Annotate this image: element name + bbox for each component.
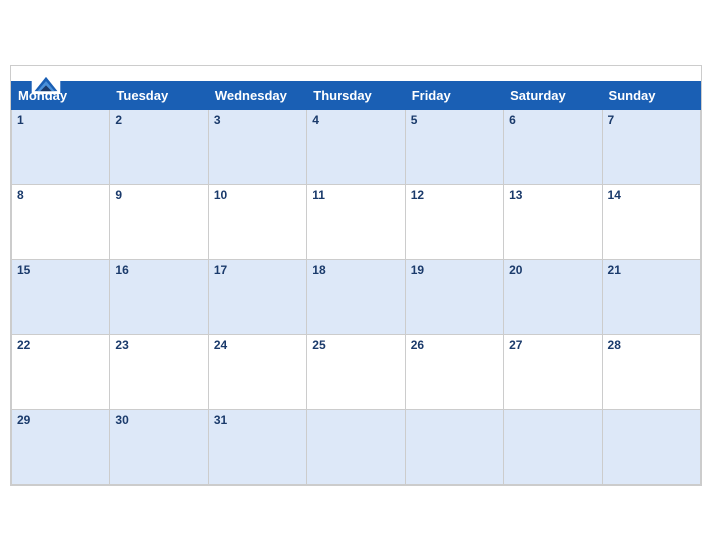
day-number: 31 <box>214 413 301 427</box>
calendar-day-cell <box>405 409 503 484</box>
calendar-day-cell: 7 <box>602 109 700 184</box>
calendar-body: 1234567891011121314151617181920212223242… <box>12 109 701 484</box>
calendar-day-cell: 26 <box>405 334 503 409</box>
day-number: 14 <box>608 188 695 202</box>
day-number: 16 <box>115 263 202 277</box>
calendar-day-cell: 18 <box>307 259 405 334</box>
calendar-day-cell: 20 <box>504 259 602 334</box>
calendar-day-cell: 8 <box>12 184 110 259</box>
weekday-header-thursday: Thursday <box>307 81 405 109</box>
day-number: 9 <box>115 188 202 202</box>
calendar-day-cell: 28 <box>602 334 700 409</box>
day-number: 29 <box>17 413 104 427</box>
calendar-day-cell: 14 <box>602 184 700 259</box>
calendar-week-row: 89 10 11 12 13 14 <box>12 184 701 259</box>
calendar-day-cell: 31 <box>208 409 306 484</box>
calendar-container: MondayTuesdayWednesdayThursdayFridaySatu… <box>10 65 702 486</box>
calendar-day-cell <box>307 409 405 484</box>
day-number: 1 <box>17 113 104 127</box>
day-number: 18 <box>312 263 399 277</box>
day-number: 6 <box>509 113 596 127</box>
calendar-day-cell: 19 <box>405 259 503 334</box>
day-number: 19 <box>411 263 498 277</box>
day-number: 21 <box>608 263 695 277</box>
calendar-day-cell: 4 <box>307 109 405 184</box>
day-number: 22 <box>17 338 104 352</box>
calendar-day-cell: 11 <box>307 184 405 259</box>
day-number: 5 <box>411 113 498 127</box>
calendar-day-cell: 1 <box>12 109 110 184</box>
weekday-header-sunday: Sunday <box>602 81 700 109</box>
calendar-day-cell: 2 <box>110 109 208 184</box>
calendar-header-row: MondayTuesdayWednesdayThursdayFridaySatu… <box>12 81 701 109</box>
calendar-day-cell: 23 <box>110 334 208 409</box>
calendar-week-row: 1234567 <box>12 109 701 184</box>
calendar-week-row: 22 23 24 25 26 27 28 <box>12 334 701 409</box>
calendar-day-cell: 5 <box>405 109 503 184</box>
calendar-day-cell: 6 <box>504 109 602 184</box>
weekday-header-tuesday: Tuesday <box>110 81 208 109</box>
day-number: 4 <box>312 113 399 127</box>
day-number: 11 <box>312 188 399 202</box>
weekday-header-friday: Friday <box>405 81 503 109</box>
calendar-day-cell: 30 <box>110 409 208 484</box>
day-number: 15 <box>17 263 104 277</box>
calendar-day-cell: 10 <box>208 184 306 259</box>
calendar-day-cell: 9 <box>110 184 208 259</box>
calendar-day-cell: 29 <box>12 409 110 484</box>
day-number: 12 <box>411 188 498 202</box>
calendar-day-cell <box>504 409 602 484</box>
calendar-week-row: 15 16 17 18 19 20 21 <box>12 259 701 334</box>
day-number: 7 <box>608 113 695 127</box>
day-number: 13 <box>509 188 596 202</box>
calendar-day-cell: 12 <box>405 184 503 259</box>
calendar-day-cell: 27 <box>504 334 602 409</box>
day-number: 28 <box>608 338 695 352</box>
calendar-day-cell: 13 <box>504 184 602 259</box>
day-number: 8 <box>17 188 104 202</box>
calendar-day-cell: 25 <box>307 334 405 409</box>
calendar-day-cell: 21 <box>602 259 700 334</box>
calendar-day-cell: 17 <box>208 259 306 334</box>
calendar-day-cell <box>602 409 700 484</box>
day-number: 26 <box>411 338 498 352</box>
day-number: 20 <box>509 263 596 277</box>
calendar-week-row: 29 30 31 <box>12 409 701 484</box>
day-number: 17 <box>214 263 301 277</box>
logo <box>31 74 61 96</box>
day-number: 24 <box>214 338 301 352</box>
day-number: 10 <box>214 188 301 202</box>
day-number: 23 <box>115 338 202 352</box>
calendar-day-cell: 22 <box>12 334 110 409</box>
day-number: 25 <box>312 338 399 352</box>
weekday-header-saturday: Saturday <box>504 81 602 109</box>
weekday-header-wednesday: Wednesday <box>208 81 306 109</box>
calendar-day-cell: 15 <box>12 259 110 334</box>
day-number: 2 <box>115 113 202 127</box>
calendar-day-cell: 16 <box>110 259 208 334</box>
calendar-header <box>11 66 701 81</box>
calendar-day-cell: 24 <box>208 334 306 409</box>
weekday-row: MondayTuesdayWednesdayThursdayFridaySatu… <box>12 81 701 109</box>
calendar-table: MondayTuesdayWednesdayThursdayFridaySatu… <box>11 81 701 485</box>
day-number: 30 <box>115 413 202 427</box>
day-number: 3 <box>214 113 301 127</box>
day-number: 27 <box>509 338 596 352</box>
calendar-day-cell: 3 <box>208 109 306 184</box>
